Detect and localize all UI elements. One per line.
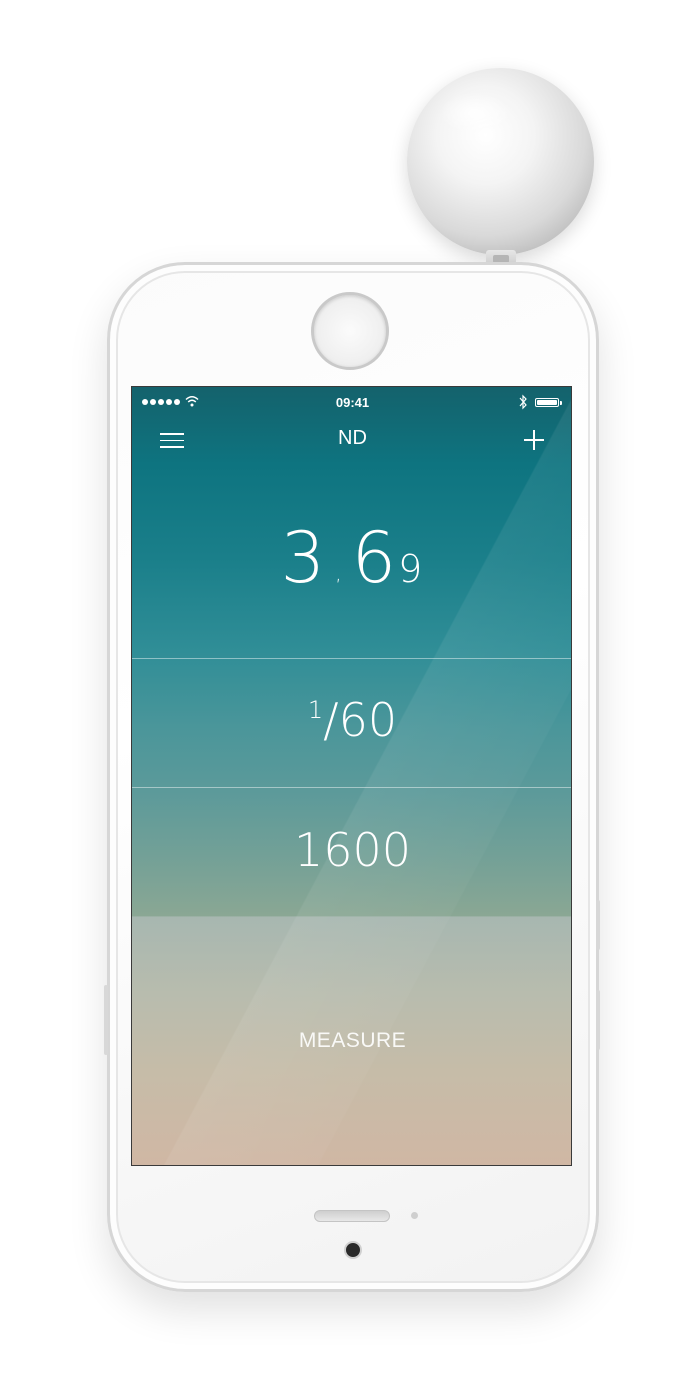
nav-bar: ND [132,423,571,455]
aperture-main: 3 [280,517,328,599]
aperture-separator: , [335,561,344,585]
divider-top [132,658,571,659]
shutter-denominator: /60 [323,693,398,747]
battery-fill [537,400,557,405]
earpiece-speaker [314,1210,390,1222]
front-camera [344,1241,362,1259]
aperture-decimal: 6 [351,517,399,599]
side-button-lower [596,990,600,1050]
iso-value[interactable]: 1600 [132,823,571,903]
app-screen: 09:41 ND 3, 69 1/60 1600 MEASURE [131,386,572,1166]
divider-middle [132,787,571,788]
proximity-sensor [411,1212,418,1219]
bluetooth-icon [519,394,527,410]
plus-icon[interactable] [524,430,544,450]
home-button[interactable] [311,292,389,370]
measure-button[interactable]: MEASURE [132,1029,571,1059]
status-time: 09:41 [335,395,370,410]
status-bar: 09:41 [132,391,571,413]
sphere-highlight [440,92,510,134]
light-meter-sphere [407,68,594,255]
nav-title: ND [338,427,367,449]
shutter-numerator: 1 [307,696,324,724]
shutter-speed-value[interactable]: 1/60 [132,693,571,773]
battery-icon [535,398,559,407]
side-button-upper [596,900,600,950]
aperture-fraction: 9 [398,547,425,591]
battery-tip [560,401,562,405]
volume-button [104,985,108,1055]
aperture-value[interactable]: 3, 69 [132,517,571,617]
